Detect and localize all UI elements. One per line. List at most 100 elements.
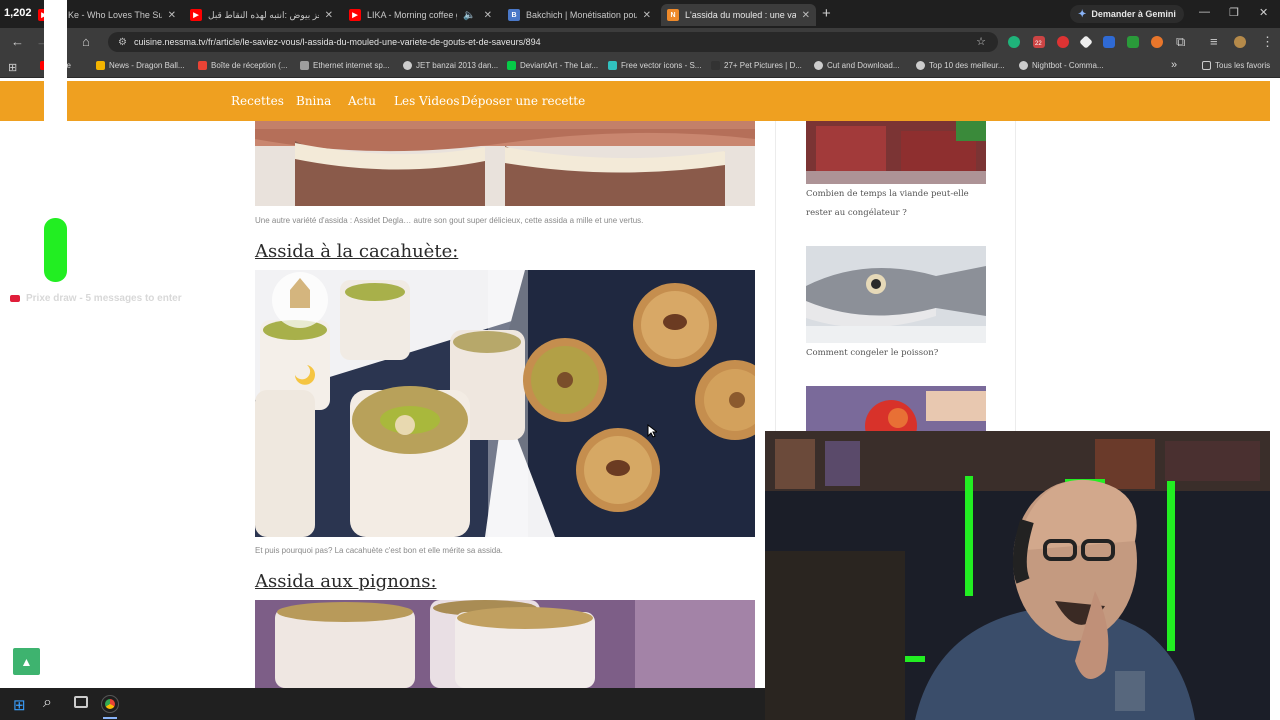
browser-tab-strip: ▶ Jo Ke - Who Loves The Sun ✕ ▶ معز بيوض… bbox=[0, 0, 1280, 28]
assida-pine-nuts-image bbox=[255, 600, 755, 688]
address-bar[interactable]: ⚙ cuisine.nessma.tv/fr/article/le-saviez… bbox=[108, 32, 998, 52]
deviantart-icon bbox=[507, 61, 516, 70]
bookmark-item[interactable]: News - Dragon Ball... bbox=[96, 61, 185, 70]
tab-bakchich[interactable]: B Bakchich | Monétisation pour le ✕ bbox=[502, 4, 657, 26]
windows-start-icon[interactable]: ⊞ bbox=[13, 696, 26, 714]
bookmark-label: Free vector icons - S... bbox=[621, 61, 702, 70]
tab-title: معز بيوض :انتبه لهذه النقاط قبل bbox=[208, 9, 319, 20]
bookmark-item[interactable]: Top 10 des meilleur... bbox=[916, 61, 1005, 70]
extension-icon[interactable] bbox=[1103, 36, 1115, 48]
new-tab-button[interactable]: + bbox=[822, 5, 831, 22]
globe-icon bbox=[403, 61, 412, 70]
image-caption: Une autre variété d'assida : Assidet Deg… bbox=[255, 216, 644, 225]
nav-recettes[interactable]: Recettes bbox=[231, 94, 284, 108]
menu-kebab-icon[interactable]: ⋮ bbox=[1261, 34, 1274, 50]
bookmark-item[interactable]: Ethernet internet sp... bbox=[300, 61, 390, 70]
assida-peanut-image bbox=[255, 270, 755, 537]
globe-icon bbox=[916, 61, 925, 70]
extension-icon[interactable] bbox=[1008, 36, 1020, 48]
active-app-indicator bbox=[103, 717, 117, 719]
close-icon[interactable]: ✕ bbox=[484, 10, 492, 21]
camera-icon bbox=[711, 61, 720, 70]
site-info-icon[interactable]: ⚙ bbox=[118, 37, 127, 48]
youtube-icon: ▶ bbox=[190, 9, 202, 21]
section-heading-peanut: Assida à la cacahuète: bbox=[255, 241, 459, 262]
mute-icon[interactable]: 🔈 bbox=[463, 10, 475, 21]
chat-overlay-text: Prixe draw - 5 messages to enter bbox=[26, 293, 182, 304]
search-icon[interactable]: ⌕ bbox=[43, 694, 52, 712]
profile-avatar[interactable] bbox=[1234, 36, 1246, 48]
browser-toolbar: ← → ⌂ ⚙ cuisine.nessma.tv/fr/article/le-… bbox=[0, 28, 1280, 56]
sidebar-caption-meat[interactable]: Combien de temps la viande peut-elle res… bbox=[806, 185, 996, 223]
nav-actu[interactable]: Actu bbox=[348, 94, 376, 108]
globe-icon bbox=[1019, 61, 1028, 70]
bookmark-label: Cut and Download... bbox=[827, 61, 900, 70]
all-bookmarks-button[interactable]: Tous les favoris bbox=[1202, 61, 1270, 70]
home-icon[interactable]: ⌂ bbox=[82, 34, 90, 49]
extension-icon[interactable] bbox=[1151, 36, 1163, 48]
bookmarks-overflow-button[interactable]: » bbox=[1171, 59, 1177, 71]
screen: ▶ Jo Ke - Who Loves The Sun ✕ ▶ معز بيوض… bbox=[0, 0, 1280, 720]
chat-overlay-line: Prixe draw - 5 messages to enter bbox=[10, 293, 182, 304]
close-icon[interactable]: ✕ bbox=[325, 10, 333, 21]
tab-assida-active[interactable]: N L'assida du mouled : une variét ✕ bbox=[661, 4, 816, 26]
overlay-green-indicator bbox=[44, 218, 67, 282]
bookmark-label: Ethernet internet sp... bbox=[313, 61, 390, 70]
overlay-white-bar bbox=[44, 0, 67, 125]
close-icon[interactable]: ✕ bbox=[168, 10, 176, 21]
url-text: cuisine.nessma.tv/fr/article/le-saviez-v… bbox=[133, 37, 541, 47]
restore-icon[interactable]: ❐ bbox=[1229, 6, 1239, 19]
bookmark-label: News - Dragon Ball... bbox=[109, 61, 185, 70]
os-taskbar: ⊞ ⌕ bbox=[0, 688, 765, 720]
bookmark-item[interactable]: Boîte de réception (... bbox=[198, 61, 288, 70]
extension-icon[interactable] bbox=[1079, 35, 1093, 49]
close-icon[interactable]: ✕ bbox=[643, 10, 651, 21]
bookmark-label: Nightbot - Comma... bbox=[1032, 61, 1104, 70]
ask-gemini-button[interactable]: ✦ Demander à Gemini bbox=[1070, 5, 1184, 23]
scroll-to-top-button[interactable]: ▲ bbox=[13, 648, 40, 675]
sidebar-thumb-fish[interactable] bbox=[806, 246, 986, 343]
back-arrow-icon[interactable]: ← bbox=[11, 34, 24, 49]
bookmark-star-icon[interactable]: ☆ bbox=[976, 35, 986, 48]
youtube-icon: ▶ bbox=[349, 9, 361, 21]
extension-icon[interactable] bbox=[1057, 36, 1069, 48]
bookmark-label: Boîte de réception (... bbox=[211, 61, 288, 70]
bookmarks-bar: ⊞ Tube News - Dragon Ball... Boîte de ré… bbox=[0, 56, 1280, 78]
gemini-label: Demander à Gemini bbox=[1091, 9, 1176, 19]
assida-degla-image bbox=[255, 121, 755, 206]
window-close-icon[interactable]: ✕ bbox=[1259, 6, 1268, 19]
nessma-icon: N bbox=[667, 9, 679, 21]
site-nav-bar: Recettes Bnina Actu Les Videos Déposer u… bbox=[0, 81, 1270, 121]
bookmark-item[interactable]: 27+ Pet Pictures | D... bbox=[711, 61, 802, 70]
globe-icon bbox=[814, 61, 823, 70]
tab-title: Bakchich | Monétisation pour le bbox=[526, 10, 637, 20]
bookmark-label: JET banzai 2013 dan... bbox=[416, 61, 499, 70]
extension-icon[interactable] bbox=[1127, 36, 1139, 48]
folder-icon bbox=[1202, 61, 1211, 70]
tab-search-icon[interactable]: ≡ bbox=[1210, 34, 1218, 49]
sidebar-thumb-fruit[interactable] bbox=[806, 386, 986, 431]
tab-moez-bayoudh[interactable]: ▶ معز بيوض :انتبه لهذه النقاط قبل ✕ bbox=[184, 4, 339, 26]
apps-grid-icon[interactable]: ⊞ bbox=[8, 61, 17, 74]
close-icon[interactable]: ✕ bbox=[802, 10, 810, 21]
bookmark-item[interactable]: DeviantArt - The Lar... bbox=[507, 61, 598, 70]
extensions-puzzle-icon[interactable]: ⧉ bbox=[1176, 34, 1185, 50]
gemini-spark-icon: ✦ bbox=[1078, 8, 1087, 20]
sidebar-thumb-meat[interactable] bbox=[806, 121, 986, 184]
bookmark-item[interactable]: JET banzai 2013 dan... bbox=[403, 61, 498, 70]
tab-lika[interactable]: ▶ LIKA - Morning coffee group 🔈 ✕ bbox=[343, 4, 498, 26]
section-heading-pine-nuts: Assida aux pignons: bbox=[255, 571, 437, 592]
chrome-icon[interactable] bbox=[101, 695, 119, 713]
bookmark-item[interactable]: Free vector icons - S... bbox=[608, 61, 701, 70]
sidebar-caption-fish[interactable]: Comment congeler le poisson? bbox=[806, 344, 996, 363]
bookmark-item[interactable]: Cut and Download... bbox=[814, 61, 900, 70]
nav-les-videos[interactable]: Les Videos bbox=[394, 94, 460, 108]
tab-title: L'assida du mouled : une variét bbox=[685, 10, 796, 20]
nav-deposer-recette[interactable]: Déposer une recette bbox=[461, 94, 585, 108]
chevron-up-icon: ▲ bbox=[20, 654, 33, 669]
task-view-icon[interactable] bbox=[74, 696, 88, 708]
minimize-icon[interactable]: — bbox=[1199, 6, 1210, 18]
bookmark-item[interactable]: Nightbot - Comma... bbox=[1019, 61, 1104, 70]
nav-bnina[interactable]: Bnina bbox=[296, 94, 331, 108]
sidebar-divider bbox=[775, 121, 776, 431]
